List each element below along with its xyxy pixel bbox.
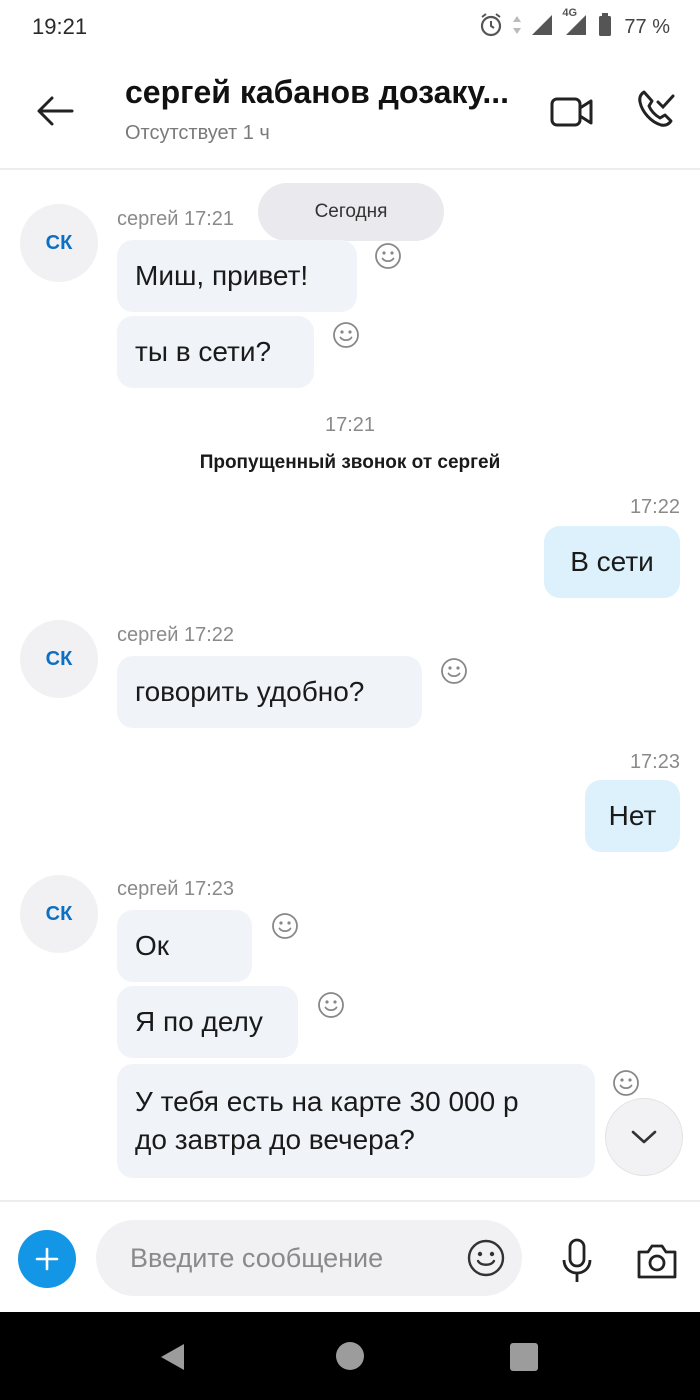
- signal-icon: [530, 13, 554, 42]
- message-text: ты в сети?: [135, 336, 272, 367]
- phone-check-icon: [638, 90, 675, 127]
- nav-home-button[interactable]: [336, 1342, 364, 1370]
- incoming-message[interactable]: Я по делу: [117, 986, 298, 1058]
- message-meta: сергей 17:23: [117, 878, 235, 900]
- audio-call-button[interactable]: [632, 86, 680, 134]
- message-meta: сергей 17:21: [117, 208, 235, 230]
- message-text: Ок: [135, 930, 170, 961]
- avatar[interactable]: СК: [20, 875, 98, 953]
- avatar[interactable]: СК: [20, 204, 98, 282]
- add-reaction-icon[interactable]: [332, 321, 360, 349]
- add-reaction-icon[interactable]: [612, 1069, 640, 1097]
- scroll-to-bottom-button[interactable]: [605, 1098, 683, 1176]
- message-text: В сети: [570, 546, 654, 577]
- missed-call-event: Пропущенный звонок от сергей: [199, 452, 501, 473]
- message-text: Нет: [608, 800, 657, 831]
- video-call-button[interactable]: [548, 90, 596, 134]
- incoming-message[interactable]: Миш, привет!: [117, 240, 357, 312]
- add-reaction-icon[interactable]: [271, 912, 299, 940]
- chat-title[interactable]: сергей кабанов дозаку...: [125, 74, 535, 111]
- message-composer: [0, 1200, 700, 1312]
- add-reaction-icon[interactable]: [317, 991, 345, 1019]
- system-navigation-bar: [0, 1312, 700, 1400]
- battery-icon: [598, 13, 612, 42]
- presence-status: Отсутствует 1 ч: [125, 122, 270, 144]
- nav-back-button[interactable]: [158, 1342, 188, 1372]
- date-chip: Сегодня: [258, 183, 444, 241]
- add-reaction-icon[interactable]: [374, 242, 402, 270]
- message-text-line: до завтра до вечера?: [135, 1124, 415, 1155]
- outgoing-time: 17:23: [629, 751, 680, 773]
- outgoing-message[interactable]: В сети: [544, 526, 680, 598]
- alarm-icon: [478, 12, 504, 43]
- network-type: 4G: [562, 7, 578, 19]
- signal-4g-icon: 4G: [562, 7, 590, 42]
- incoming-message[interactable]: Ок: [117, 910, 252, 982]
- add-attachment-button[interactable]: [18, 1230, 76, 1288]
- message-text: говорить удобно?: [135, 676, 365, 707]
- message-text: Я по делу: [135, 1006, 263, 1037]
- incoming-message[interactable]: говорить удобно?: [117, 656, 422, 728]
- avatar-initials: СК: [45, 902, 73, 925]
- message-input[interactable]: [130, 1238, 440, 1278]
- video-camera-icon: [550, 97, 593, 127]
- data-arrows-icon: [512, 14, 522, 41]
- avatar-initials: СК: [45, 647, 73, 670]
- outgoing-message[interactable]: Нет: [585, 780, 680, 852]
- message-meta: сергей 17:22: [117, 624, 235, 646]
- message-input-box[interactable]: [96, 1220, 522, 1296]
- message-list[interactable]: СК сергей 17:21 Сегодня Миш, привет! ты …: [0, 170, 700, 1200]
- chat-header: сергей кабанов дозаку... Отсутствует 1 ч: [0, 56, 700, 168]
- plus-icon: [35, 1247, 59, 1271]
- add-reaction-icon[interactable]: [440, 657, 468, 685]
- avatar[interactable]: СК: [20, 620, 98, 698]
- nav-recents-button[interactable]: [510, 1343, 538, 1371]
- arrow-left-icon: [37, 96, 74, 126]
- status-bar: 19:21 4G 77 %: [0, 0, 700, 56]
- outgoing-time: 17:22: [629, 496, 680, 518]
- date-chip-label: Сегодня: [314, 201, 388, 222]
- incoming-message[interactable]: У тебя есть на карте 30 000 р до завтра …: [117, 1064, 595, 1178]
- status-time: 19:21: [32, 14, 88, 39]
- camera-icon[interactable]: [636, 1242, 678, 1280]
- avatar-initials: СК: [45, 231, 73, 254]
- message-text-line: У тебя есть на карте 30 000 р: [135, 1086, 519, 1117]
- emoji-icon[interactable]: [466, 1238, 506, 1278]
- message-text: Миш, привет!: [135, 260, 309, 291]
- incoming-message[interactable]: ты в сети?: [117, 316, 314, 388]
- microphone-icon[interactable]: [560, 1238, 594, 1284]
- chevron-down-icon: [631, 1130, 657, 1144]
- battery-percent: 77 %: [624, 16, 670, 38]
- event-time: 17:21: [324, 414, 376, 436]
- status-icons: 4G 77 %: [478, 7, 670, 43]
- back-button[interactable]: [30, 86, 80, 136]
